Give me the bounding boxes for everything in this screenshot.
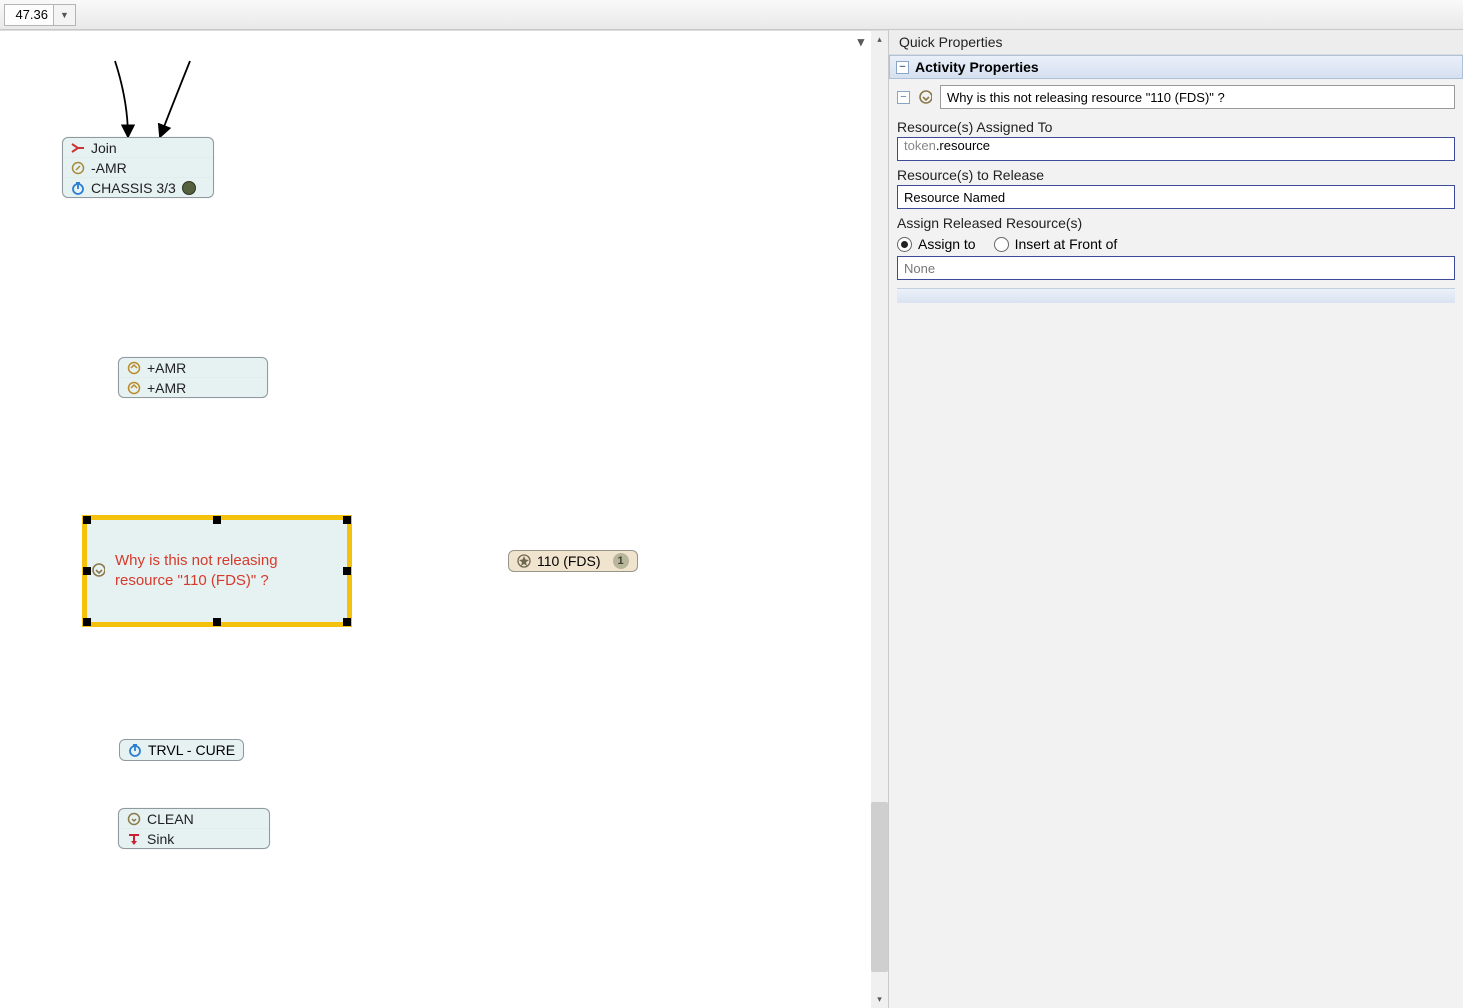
node-amr[interactable]: +AMR +AMR bbox=[118, 357, 268, 398]
node-amr-line1: +AMR bbox=[147, 360, 186, 376]
radio-selected-icon bbox=[897, 237, 912, 252]
zoom-value[interactable]: 47.36 bbox=[4, 4, 54, 26]
assigned-to-input[interactable]: token.resource bbox=[897, 137, 1455, 161]
timer-icon bbox=[128, 743, 142, 757]
timer-icon bbox=[71, 181, 85, 195]
release-icon bbox=[91, 563, 105, 577]
status-dot-icon bbox=[182, 181, 196, 195]
selected-node-text: Why is this not releasing resource "110 … bbox=[87, 551, 278, 592]
zoom-dropdown[interactable]: ▼ bbox=[54, 4, 76, 26]
activity-properties-header[interactable]: − Activity Properties bbox=[889, 55, 1463, 79]
release-icon bbox=[127, 812, 141, 826]
star-icon bbox=[517, 554, 531, 568]
assign-released-label: Assign Released Resource(s) bbox=[897, 215, 1455, 231]
node-join[interactable]: Join -AMR CHASSIS 3/3 bbox=[62, 137, 214, 198]
quick-properties-title: Quick Properties bbox=[889, 30, 1463, 55]
chevron-down-icon: ▼ bbox=[60, 10, 69, 20]
node-join-chassis: CHASSIS 3/3 bbox=[91, 180, 176, 196]
node-sink-label: Sink bbox=[147, 831, 174, 847]
activity-name-input[interactable] bbox=[940, 85, 1455, 109]
sink-icon bbox=[127, 832, 141, 846]
scroll-thumb[interactable] bbox=[871, 802, 888, 972]
properties-panel: Quick Properties − Activity Properties −… bbox=[888, 30, 1463, 1008]
radio-unselected-icon bbox=[994, 237, 1009, 252]
scroll-down-icon[interactable]: ▾ bbox=[871, 991, 888, 1008]
release-icon bbox=[71, 161, 85, 175]
activity-properties-label: Activity Properties bbox=[915, 59, 1039, 75]
radio-assign-to[interactable]: Assign to bbox=[897, 236, 976, 252]
node-trvl-label: TRVL - CURE bbox=[148, 742, 235, 758]
collapse-icon[interactable]: − bbox=[896, 61, 909, 74]
node-join-minus-amr: -AMR bbox=[91, 160, 127, 176]
node-amr-line2: +AMR bbox=[147, 380, 186, 396]
join-icon bbox=[71, 141, 85, 155]
assigned-to-label: Resource(s) Assigned To bbox=[897, 119, 1455, 135]
vertical-scrollbar[interactable]: ▴ ▾ bbox=[871, 31, 888, 1008]
node-clean-label: CLEAN bbox=[147, 811, 194, 827]
resource-label: 110 (FDS) bbox=[537, 553, 601, 569]
to-release-label: Resource(s) to Release bbox=[897, 167, 1455, 183]
node-selected[interactable]: Why is this not releasing resource "110 … bbox=[82, 515, 352, 627]
to-release-input[interactable] bbox=[897, 185, 1455, 209]
acquire-icon bbox=[127, 381, 141, 395]
scroll-up-icon[interactable]: ▴ bbox=[871, 31, 888, 48]
panel-menu-icon[interactable]: ▾ bbox=[858, 34, 865, 50]
resource-pill[interactable]: 110 (FDS) 1 bbox=[508, 550, 638, 572]
node-join-label: Join bbox=[91, 140, 117, 156]
node-trvl[interactable]: TRVL - CURE bbox=[119, 739, 244, 761]
flow-canvas[interactable]: ▾ ✕ bbox=[0, 30, 888, 1008]
collapse-icon[interactable]: − bbox=[897, 91, 910, 104]
toolbar: 47.36 ▼ bbox=[0, 0, 1463, 30]
release-icon bbox=[918, 90, 932, 104]
acquire-icon bbox=[127, 361, 141, 375]
node-clean[interactable]: CLEAN Sink bbox=[118, 808, 270, 849]
assigned-to-token: token bbox=[904, 138, 936, 153]
radio-insert-front[interactable]: Insert at Front of bbox=[994, 236, 1118, 252]
assigned-to-rest: .resource bbox=[936, 138, 990, 153]
assign-target-input[interactable] bbox=[897, 256, 1455, 280]
section-footer-bar bbox=[897, 288, 1455, 303]
resource-count-badge: 1 bbox=[613, 553, 629, 569]
